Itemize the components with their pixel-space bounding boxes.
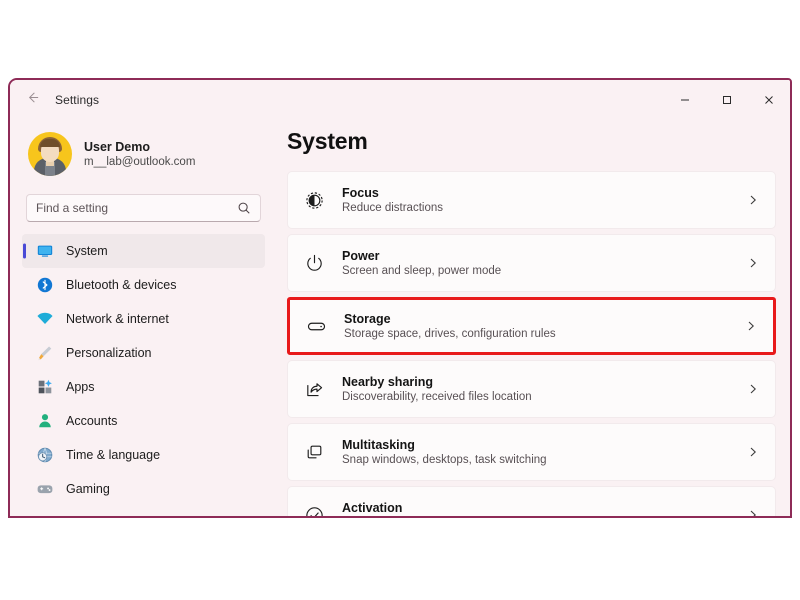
account-text: User Demo m__lab@outlook.com (84, 140, 195, 168)
sidebar-item-label: System (66, 244, 108, 258)
paintbrush-icon (36, 344, 54, 362)
person-icon (36, 412, 54, 430)
sidebar: User Demo m__lab@outlook.com Find a sett… (10, 120, 275, 516)
sidebar-item-personalization[interactable]: Personalization (22, 336, 265, 370)
power-icon (302, 251, 326, 275)
apps-grid-icon (36, 378, 54, 396)
sidebar-item-label: Apps (66, 380, 95, 394)
card-title: Power (342, 249, 380, 263)
card-title: Storage (344, 312, 391, 326)
settings-card-storage[interactable]: Storage Storage space, drives, configura… (287, 297, 776, 355)
account-name: User Demo (84, 140, 150, 154)
settings-card-power[interactable]: Power Screen and sleep, power mode (287, 234, 776, 292)
sidebar-item-apps[interactable]: Apps (22, 370, 265, 404)
monitor-icon (36, 242, 54, 260)
maximize-button[interactable] (706, 80, 748, 120)
card-title: Activation (342, 501, 403, 515)
settings-card-focus[interactable]: Focus Reduce distractions (287, 171, 776, 229)
sidebar-item-label: Gaming (66, 482, 110, 496)
titlebar-title: Settings (55, 93, 100, 107)
settings-card-list: Focus Reduce distractions Power Screen a… (287, 171, 776, 516)
card-text: Activation Activation state, subscriptio… (342, 501, 731, 516)
checkmark-circle-icon (302, 503, 326, 516)
wifi-icon (36, 310, 54, 328)
settings-window: Settings User Demo m__lab@outlook.com Fi… (8, 78, 792, 518)
close-icon (763, 94, 775, 106)
window-body: User Demo m__lab@outlook.com Find a sett… (10, 120, 790, 516)
card-title: Multitasking (342, 438, 415, 452)
sidebar-item-label: Accounts (66, 414, 118, 428)
card-subtitle: Reduce distractions (342, 202, 443, 214)
maximize-icon (721, 94, 733, 106)
chevron-right-icon[interactable] (747, 194, 759, 206)
close-button[interactable] (748, 80, 790, 120)
sidebar-item-label: Time & language (66, 448, 161, 462)
chevron-right-icon[interactable] (747, 257, 759, 269)
chevron-right-icon[interactable] (747, 446, 759, 458)
card-title: Nearby sharing (342, 375, 434, 389)
gamepad-icon (36, 480, 54, 498)
settings-card-activation[interactable]: Activation Activation state, subscriptio… (287, 486, 776, 516)
card-title: Focus (342, 186, 379, 200)
card-text: Storage Storage space, drives, configura… (344, 312, 729, 340)
card-text: Focus Reduce distractions (342, 186, 731, 214)
card-subtitle: Storage space, drives, configuration rul… (344, 328, 556, 340)
minimize-button[interactable] (664, 80, 706, 120)
settings-card-multitasking[interactable]: Multitasking Snap windows, desktops, tas… (287, 423, 776, 481)
card-text: Multitasking Snap windows, desktops, tas… (342, 438, 731, 466)
focus-icon (302, 188, 326, 212)
sidebar-item-bluetooth-devices[interactable]: Bluetooth & devices (22, 268, 265, 302)
sidebar-item-network-internet[interactable]: Network & internet (22, 302, 265, 336)
clock-globe-icon (36, 446, 54, 464)
search-icon (237, 201, 251, 215)
sidebar-item-system[interactable]: System (22, 234, 265, 268)
chevron-right-icon[interactable] (745, 320, 757, 332)
bluetooth-icon (36, 276, 54, 294)
card-text: Power Screen and sleep, power mode (342, 249, 731, 277)
card-text: Nearby sharing Discoverability, received… (342, 375, 731, 403)
sidebar-item-label: Personalization (66, 346, 152, 360)
back-button[interactable] (17, 85, 47, 115)
page-title: System (287, 128, 368, 154)
avatar (28, 132, 72, 176)
storage-drive-icon (304, 314, 328, 338)
sidebar-nav: System Bluetooth & devices Network & int… (22, 234, 265, 506)
chevron-right-icon[interactable] (747, 509, 759, 516)
settings-card-nearby-sharing[interactable]: Nearby sharing Discoverability, received… (287, 360, 776, 418)
window-titlebar: Settings (10, 80, 790, 120)
back-arrow-icon (25, 90, 40, 110)
sidebar-item-time-language[interactable]: Time & language (22, 438, 265, 472)
sidebar-item-label: Bluetooth & devices (66, 278, 177, 292)
search-box[interactable] (26, 194, 261, 222)
minimize-icon (679, 94, 691, 106)
account-block[interactable]: User Demo m__lab@outlook.com (22, 120, 265, 182)
multitasking-windows-icon (302, 440, 326, 464)
share-icon (302, 377, 326, 401)
card-subtitle: Discoverability, received files location (342, 391, 532, 403)
sidebar-item-label: Network & internet (66, 312, 169, 326)
sidebar-item-gaming[interactable]: Gaming (22, 472, 265, 506)
main-content: System Focus Reduce distractions Power S… (275, 120, 790, 516)
window-controls (664, 80, 790, 120)
account-email: m__lab@outlook.com (84, 156, 196, 168)
card-subtitle: Snap windows, desktops, task switching (342, 454, 547, 466)
chevron-right-icon[interactable] (747, 383, 759, 395)
card-subtitle: Screen and sleep, power mode (342, 265, 502, 277)
search-input[interactable] (36, 201, 237, 215)
sidebar-item-accounts[interactable]: Accounts (22, 404, 265, 438)
